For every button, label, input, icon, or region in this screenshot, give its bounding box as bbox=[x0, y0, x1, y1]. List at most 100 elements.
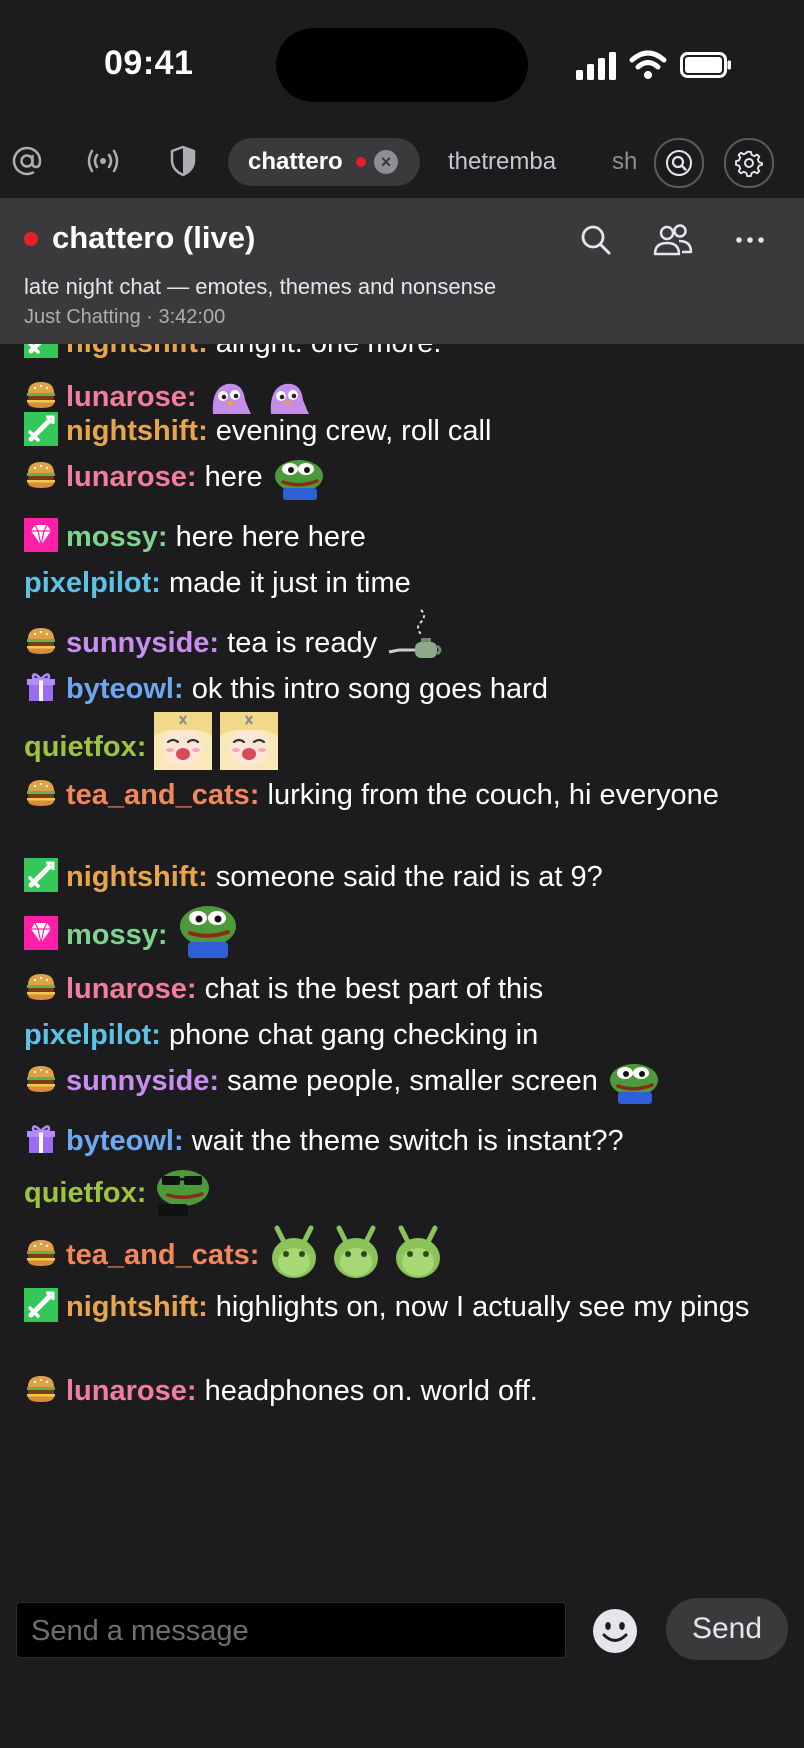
channel-title: chattero (live) bbox=[52, 220, 256, 255]
chat-message[interactable]: quietfox: bbox=[24, 1164, 784, 1216]
tab-thetremba[interactable]: thetremba bbox=[448, 148, 556, 176]
chat-message[interactable]: mossy: here here here bbox=[24, 514, 784, 560]
channel-description: late night chat — emotes, themes and non… bbox=[24, 274, 497, 299]
chat-message[interactable]: lunarose: headphones on. world off. bbox=[24, 1368, 784, 1414]
gem-badge-icon bbox=[24, 518, 58, 552]
chat-message[interactable]: quietfox: bbox=[24, 712, 784, 770]
chat-message-text: same people, smaller screen bbox=[227, 1065, 598, 1097]
chat-message-text: alright. one more. bbox=[216, 344, 442, 359]
burger-badge-icon bbox=[24, 1236, 58, 1270]
more-options-icon[interactable] bbox=[732, 222, 768, 258]
chat-username[interactable]: quietfox: bbox=[24, 1177, 146, 1209]
chat-username[interactable]: sunnyside: bbox=[66, 1065, 219, 1097]
chat-message[interactable]: nightshift: evening crew, roll call bbox=[24, 408, 784, 454]
chat-log[interactable]: nightshift: alright. one more. lunarose: n… bbox=[0, 344, 804, 1580]
chat-message[interactable]: sunnyside: same people, smaller screen bbox=[24, 1058, 784, 1104]
battery-icon bbox=[680, 52, 731, 78]
chat-message-text: made it just in time bbox=[169, 567, 411, 599]
message-input[interactable] bbox=[29, 1611, 553, 1651]
chat-message-text: evening crew, roll call bbox=[215, 415, 492, 447]
sword-badge-icon bbox=[24, 412, 58, 446]
chatters-icon[interactable] bbox=[652, 222, 694, 258]
burger-badge-icon bbox=[24, 624, 58, 658]
chat-message-text: highlights on, now I actually see my pin… bbox=[215, 1291, 750, 1323]
gift-badge-icon bbox=[24, 1122, 58, 1156]
wifi-icon bbox=[629, 50, 667, 79]
chat-username[interactable]: lunarose: bbox=[66, 461, 197, 493]
burger-badge-icon bbox=[24, 1372, 58, 1406]
search-icon[interactable] bbox=[578, 222, 614, 258]
burger-badge-icon bbox=[24, 970, 58, 1004]
pepe-emote-icon[interactable] bbox=[606, 1058, 662, 1104]
cat-emote-icon[interactable] bbox=[391, 1224, 445, 1278]
chat-message[interactable]: lunarose: chat is the best part of this bbox=[24, 966, 784, 1012]
chat-message[interactable]: nightshift: highlights on, now I actuall… bbox=[24, 1284, 784, 1330]
chat-username[interactable]: sunnyside: bbox=[66, 627, 219, 659]
settings-button[interactable] bbox=[724, 138, 774, 188]
chat-message[interactable]: mossy: bbox=[24, 900, 784, 958]
chat-message[interactable]: nightshift: someone said the raid is at … bbox=[24, 854, 784, 900]
burger-badge-icon bbox=[24, 378, 58, 412]
status-time: 09:41 bbox=[104, 44, 194, 82]
anime-emote-icon[interactable] bbox=[154, 712, 213, 770]
chat-message[interactable]: tea_and_cats: lurking from the couch, hi… bbox=[24, 772, 784, 818]
burger-badge-icon bbox=[24, 458, 58, 492]
tab-chattero[interactable]: chattero × bbox=[228, 138, 420, 186]
chat-message[interactable]: pixelpilot: phone chat gang checking in bbox=[24, 1012, 784, 1058]
chat-message-text: phone chat gang checking in bbox=[169, 1019, 539, 1051]
teapot-emote-icon[interactable] bbox=[385, 606, 445, 666]
chat-message[interactable]: pixelpilot: made it just in time bbox=[24, 560, 784, 606]
emoji-picker-icon[interactable] bbox=[592, 1608, 638, 1654]
chat-username[interactable]: pixelpilot: bbox=[24, 567, 161, 599]
status-bar: 09:41 bbox=[0, 0, 804, 124]
chat-username[interactable]: pixelpilot: bbox=[24, 1019, 161, 1051]
chat-message[interactable]: byteowl: wait the theme switch is instan… bbox=[24, 1118, 784, 1164]
cellular-signal-icon bbox=[576, 52, 616, 80]
pepe-emote-icon[interactable] bbox=[271, 454, 327, 500]
chat-message[interactable]: lunarose: here bbox=[24, 454, 784, 500]
close-tab-icon[interactable]: × bbox=[374, 150, 398, 174]
moderation-shield-icon[interactable] bbox=[166, 144, 200, 178]
chat-message-text: headphones on. world off. bbox=[204, 1375, 538, 1407]
pepe-big-emote-icon[interactable] bbox=[176, 900, 240, 958]
chat-username[interactable]: nightshift: bbox=[66, 861, 208, 893]
send-button[interactable]: Send bbox=[666, 1598, 788, 1660]
cat-emote-icon[interactable] bbox=[329, 1224, 383, 1278]
chat-username[interactable]: mossy: bbox=[66, 521, 168, 553]
pepe-shades-emote-icon[interactable] bbox=[154, 1164, 212, 1216]
chat-username[interactable]: lunarose: bbox=[66, 973, 197, 1005]
chat-message-text: wait the theme switch is instant?? bbox=[191, 1125, 624, 1157]
chat-message[interactable]: sunnyside: tea is ready bbox=[24, 606, 784, 666]
chat-username[interactable]: byteowl: bbox=[66, 1125, 184, 1157]
chat-username[interactable]: mossy: bbox=[66, 919, 168, 951]
message-field[interactable] bbox=[16, 1602, 566, 1658]
chat-username[interactable]: quietfox: bbox=[24, 731, 146, 763]
chat-username[interactable]: nightshift: bbox=[66, 1291, 208, 1323]
sword-badge-icon bbox=[24, 1288, 58, 1322]
live-icon[interactable] bbox=[86, 144, 120, 178]
chat-message-text: chat is the best part of this bbox=[204, 973, 544, 1005]
chat-message-text: tea is ready bbox=[227, 627, 378, 659]
chat-username[interactable]: tea_and_cats: bbox=[66, 779, 259, 811]
sword-badge-icon bbox=[24, 344, 58, 358]
chat-username[interactable]: tea_and_cats: bbox=[66, 1239, 259, 1271]
burger-badge-icon bbox=[24, 1062, 58, 1096]
chat-message[interactable]: tea_and_cats: bbox=[24, 1224, 784, 1278]
chat-username[interactable]: lunarose: bbox=[66, 1375, 197, 1407]
chat-message[interactable]: byteowl: ok this intro song goes hard bbox=[24, 666, 784, 712]
chat-username[interactable]: nightshift: bbox=[66, 344, 208, 359]
tab-overflow[interactable]: sh bbox=[612, 148, 644, 176]
gift-badge-icon bbox=[24, 670, 58, 704]
gear-icon bbox=[735, 150, 763, 177]
search-channels-button[interactable] bbox=[654, 138, 704, 188]
chat-username[interactable]: byteowl: bbox=[66, 673, 184, 705]
chat-username[interactable]: nightshift: bbox=[66, 415, 208, 447]
message-composer: Send bbox=[0, 1580, 804, 1748]
gem-badge-icon bbox=[24, 916, 58, 950]
chat-message-text: here bbox=[204, 461, 263, 493]
chat-message[interactable]: nightshift: alright. one more. bbox=[24, 344, 784, 366]
anime-emote-icon[interactable] bbox=[220, 712, 279, 770]
cat-emote-icon[interactable] bbox=[267, 1224, 321, 1278]
burger-badge-icon bbox=[24, 776, 58, 810]
mentions-icon[interactable] bbox=[10, 144, 44, 178]
